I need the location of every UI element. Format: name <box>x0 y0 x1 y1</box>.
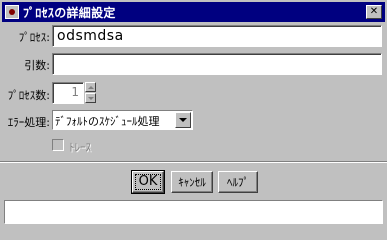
up-arrow-icon <box>88 86 94 89</box>
args-label: 引数: <box>24 59 50 72</box>
title-bar: ﾌﾟﾛｾｽの詳細設定 ✕ <box>2 2 385 22</box>
trace-label: ﾄﾚｰｽ <box>69 141 91 154</box>
separator-highlight <box>0 162 387 163</box>
help-button[interactable]: ﾍﾙﾌﾟ <box>218 171 258 193</box>
process-field[interactable]: odsmdsa <box>52 25 382 47</box>
status-area <box>4 200 383 224</box>
dropdown-button[interactable] <box>175 112 191 128</box>
error-handling-value: ﾃﾞﾌｫﾙﾄのｽｹｼﾞｭｰﾙ処理 <box>55 115 160 128</box>
trace-checkbox[interactable] <box>52 139 64 151</box>
app-icon <box>5 5 19 19</box>
spinner-buttons <box>85 82 96 103</box>
args-field[interactable] <box>52 53 382 75</box>
process-detail-dialog: ﾌﾟﾛｾｽの詳細設定 ✕ ﾌﾟﾛｾｽ: odsmdsa 引数: ﾌﾟﾛｾｽ数: … <box>0 0 387 228</box>
process-count-spinner[interactable]: 1 <box>52 82 84 104</box>
cancel-button-label: ｷｬﾝｾﾙ <box>178 176 206 189</box>
process-value: odsmdsa <box>57 28 124 44</box>
process-count-label: ﾌﾟﾛｾｽ数: <box>7 89 50 102</box>
close-button[interactable]: ✕ <box>366 5 382 19</box>
process-label: ﾌﾟﾛｾｽ: <box>18 31 50 44</box>
process-count-value: 1 <box>71 85 79 99</box>
help-button-label: ﾍﾙﾌﾟ <box>227 176 249 189</box>
spinner-down-button[interactable] <box>85 93 96 103</box>
error-handling-label: ｴﾗｰ処理: <box>7 116 50 129</box>
spinner-up-button[interactable] <box>85 82 96 92</box>
down-arrow-icon <box>88 97 94 100</box>
window-title: ﾌﾟﾛｾｽの詳細設定 <box>23 5 116 20</box>
chevron-down-icon <box>179 118 187 122</box>
ok-button[interactable]: OK <box>131 170 165 194</box>
error-handling-select[interactable]: ﾃﾞﾌｫﾙﾄのｽｹｼﾞｭｰﾙ処理 <box>52 110 193 130</box>
ok-button-label: OK <box>134 174 162 190</box>
cancel-button[interactable]: ｷｬﾝｾﾙ <box>171 171 213 193</box>
